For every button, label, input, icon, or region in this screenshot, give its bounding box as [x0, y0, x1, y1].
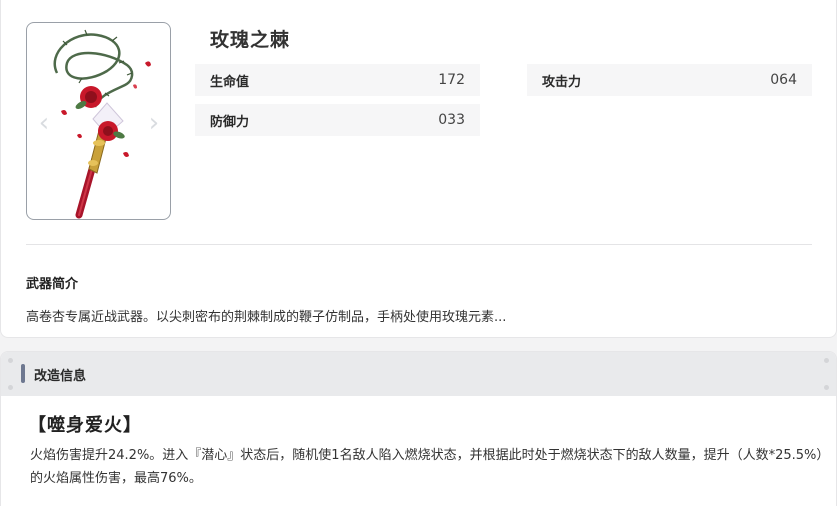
refine-header: 改造信息 — [1, 352, 836, 396]
weapon-image-frame: ‹ › — [26, 22, 171, 220]
effect-description: 火焰伤害提升24.2%。进入『潜心』状态后，随机使1名敌人陷入燃烧状态，并根据此… — [30, 448, 823, 486]
decor-dot-icon — [824, 385, 829, 390]
stat-atk-value: 064 — [770, 72, 797, 88]
weapon-info-card: ‹ › 玫瑰之棘 生命值 172 攻击力 064 防御力 033 武器简介 高卷… — [0, 0, 837, 338]
effect-name: 【噬身爱火】 — [28, 415, 142, 436]
weapon-name: 玫瑰之棘 — [210, 29, 291, 51]
divider — [26, 244, 812, 245]
stat-def: 防御力 033 — [195, 104, 480, 136]
decor-dot-icon — [8, 358, 13, 363]
header-accent-bar — [21, 364, 25, 383]
prev-image-button[interactable]: ‹ — [36, 109, 52, 137]
stat-atk-label: 攻击力 — [542, 74, 582, 90]
stat-atk: 攻击力 064 — [527, 64, 812, 96]
next-image-button[interactable]: › — [146, 109, 162, 137]
stat-hp: 生命值 172 — [195, 64, 480, 96]
intro-title: 武器简介 — [26, 277, 79, 292]
intro-text: 高卷杏专属近战武器。以尖刺密布的荆棘制成的鞭子仿制品，手柄处使用玫瑰元素... — [26, 310, 507, 325]
decor-dot-icon — [824, 358, 829, 363]
stat-hp-label: 生命值 — [210, 74, 250, 90]
stat-hp-value: 172 — [438, 72, 465, 88]
refine-info-card: 改造信息 【噬身爱火】 火焰伤害提升24.2%。进入『潜心』状态后，随机使1名敌… — [0, 351, 837, 506]
decor-dot-icon — [8, 385, 13, 390]
refine-header-title: 改造信息 — [34, 369, 87, 384]
stat-def-label: 防御力 — [210, 114, 250, 130]
stat-def-value: 033 — [438, 112, 465, 128]
